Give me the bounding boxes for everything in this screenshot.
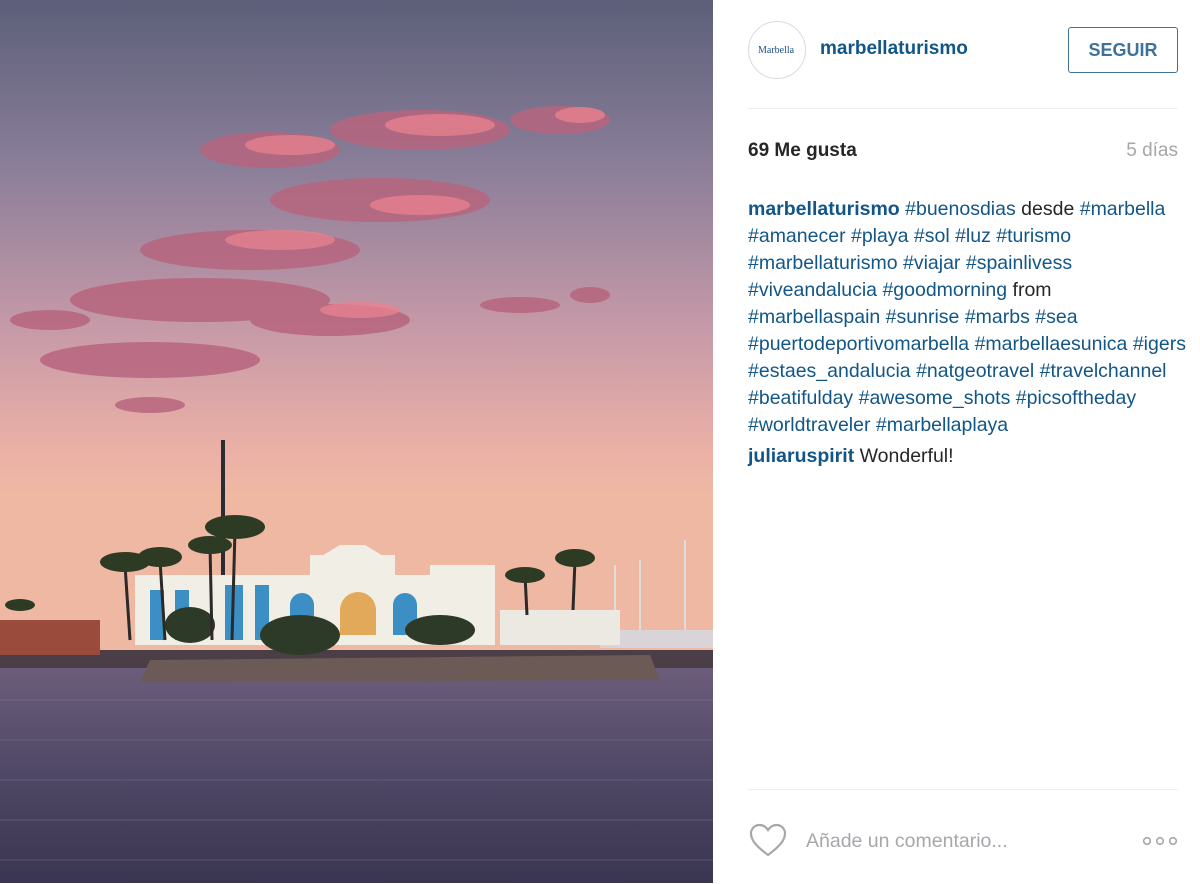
hashtag-link[interactable]: #amanecer	[748, 225, 846, 247]
hashtag-link[interactable]: #travelchannel	[1040, 360, 1167, 382]
follow-button[interactable]: SEGUIR	[1068, 27, 1178, 73]
marina-sunrise-photo	[0, 0, 713, 883]
caption-text: from	[1012, 279, 1052, 301]
hashtag-link[interactable]: #puertodeportivomarbella	[748, 333, 969, 355]
hashtag-link[interactable]: #goodmorning	[882, 279, 1007, 301]
caption-text: desde	[1021, 198, 1075, 220]
comment-item: juliaruspirit Wonderful!	[748, 443, 1188, 470]
comment-input[interactable]	[806, 826, 1106, 856]
hashtag-link[interactable]: #marbellaesunica	[975, 333, 1128, 355]
avatar[interactable]: Marbella	[748, 21, 806, 79]
hashtag-link[interactable]: #sea	[1035, 306, 1077, 328]
username-link[interactable]: marbellaturismo	[820, 38, 968, 60]
hashtag-link[interactable]: #sol	[914, 225, 950, 247]
hashtag-link[interactable]: #viveandalucia	[748, 279, 877, 301]
comment-username[interactable]: juliaruspirit	[748, 445, 854, 467]
hashtag-link[interactable]: #natgeotravel	[916, 360, 1034, 382]
post-stats: 69 Me gusta 5 días	[748, 140, 1178, 164]
hashtag-link[interactable]: #igers	[1133, 333, 1186, 355]
hashtag-link[interactable]: #beatifulday	[748, 387, 853, 409]
heart-icon[interactable]	[748, 821, 788, 861]
hashtag-link[interactable]: #marbellaspain	[748, 306, 880, 328]
hashtag-link[interactable]: #awesome_shots	[859, 387, 1011, 409]
caption: marbellaturismo #buenosdias desde #marbe…	[748, 196, 1188, 439]
comments-list: juliaruspirit Wonderful!	[748, 443, 1188, 470]
instagram-post: Marbella marbellaturismo SEGUIR 69 Me gu…	[0, 0, 1200, 883]
hashtag-link[interactable]: #marbella	[1080, 198, 1166, 220]
post-age: 5 días	[1126, 140, 1178, 161]
hashtag-link[interactable]: #luz	[955, 225, 991, 247]
hashtag-link[interactable]: #estaes_andalucia	[748, 360, 911, 382]
hashtag-link[interactable]: #picsoftheday	[1016, 387, 1136, 409]
hashtag-link[interactable]: #buenosdias	[905, 198, 1016, 220]
avatar-logo-text: Marbella	[758, 45, 795, 56]
hashtag-link[interactable]: #sunrise	[886, 306, 960, 328]
caption-username[interactable]: marbellaturismo	[748, 198, 900, 220]
hashtag-link[interactable]: #worldtraveler	[748, 414, 870, 436]
hashtag-link[interactable]: #marbellaturismo	[748, 252, 898, 274]
hashtag-link[interactable]: #turismo	[996, 225, 1071, 247]
post-side-panel: Marbella marbellaturismo SEGUIR 69 Me gu…	[713, 0, 1200, 883]
comment-text: Wonderful!	[859, 445, 954, 467]
hashtag-link[interactable]: #viajar	[903, 252, 960, 274]
hashtag-link[interactable]: #spainlivess	[966, 252, 1072, 274]
hashtag-link[interactable]: #marbs	[965, 306, 1030, 328]
post-photo[interactable]	[0, 0, 713, 883]
more-options-icon[interactable]	[1142, 834, 1178, 848]
post-footer	[748, 789, 1178, 884]
hashtag-link[interactable]: #marbellaplaya	[876, 414, 1008, 436]
hashtag-link[interactable]: #playa	[851, 225, 908, 247]
caption-area: marbellaturismo #buenosdias desde #marbe…	[748, 196, 1188, 470]
post-header: Marbella marbellaturismo SEGUIR	[748, 0, 1178, 109]
likes-count[interactable]: 69 Me gusta	[748, 140, 857, 162]
